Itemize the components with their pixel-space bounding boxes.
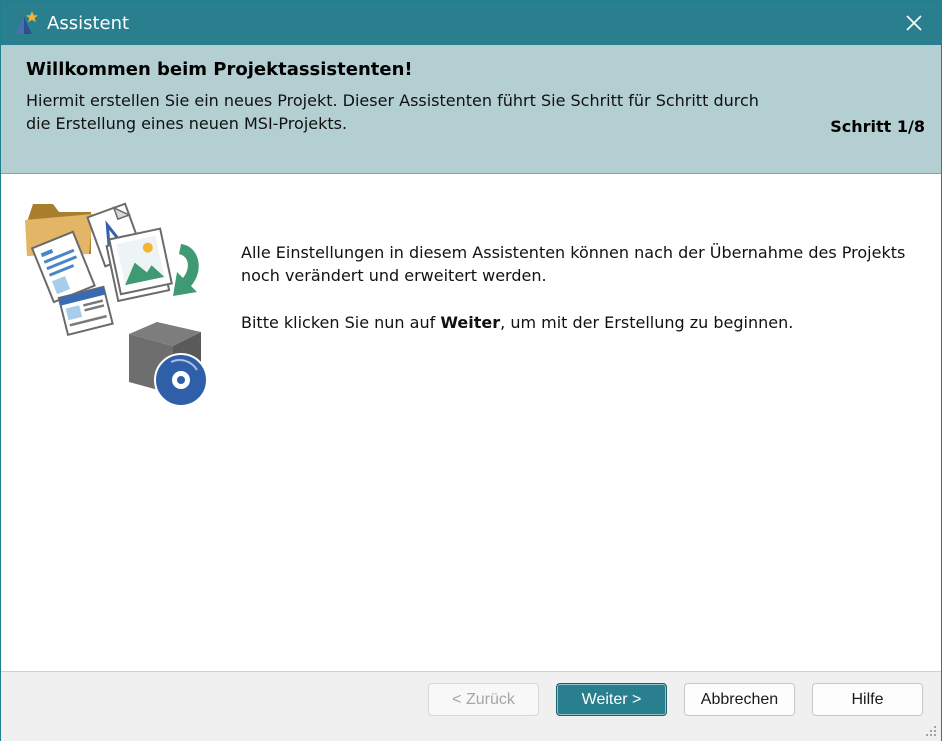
content-paragraph-1: Alle Einstellungen in diesem Assistenten… xyxy=(241,243,906,285)
wizard-content: Alle Einstellungen in diesem Assistenten… xyxy=(241,241,931,358)
wizard-header: Willkommen beim Projektassistenten! Hier… xyxy=(1,45,941,174)
title-bar[interactable]: Assistent xyxy=(1,1,941,45)
button-bar: < Zurück Weiter > Abbrechen Hilfe xyxy=(1,671,941,741)
content-text-before: Bitte klicken Sie nun auf xyxy=(241,313,441,332)
close-button[interactable] xyxy=(896,7,932,39)
header-description: Hiermit erstellen Sie ein neues Projekt.… xyxy=(26,91,759,133)
step-indicator: Schritt 1/8 xyxy=(830,117,925,136)
next-button[interactable]: Weiter > xyxy=(556,683,667,716)
project-files-to-package-illustration xyxy=(25,202,208,407)
wizard-star-icon xyxy=(16,11,38,34)
content-text-after: , um mit der Erstellung zu beginnen. xyxy=(500,313,794,332)
content-text-bold: Weiter xyxy=(440,313,501,332)
resize-grip-icon[interactable] xyxy=(925,725,937,737)
help-button[interactable]: Hilfe xyxy=(812,683,923,716)
header-title: Willkommen beim Projektassistenten! xyxy=(26,59,413,80)
content-paragraph-2: Bitte klicken Sie nun auf Weiter, um mit… xyxy=(241,311,931,334)
back-button[interactable]: < Zurück xyxy=(428,683,539,716)
close-icon xyxy=(906,15,922,31)
window-title: Assistent xyxy=(47,13,130,34)
cancel-button[interactable]: Abbrechen xyxy=(684,683,795,716)
wizard-window: Assistent Willkommen beim Projektassiste… xyxy=(0,0,942,741)
